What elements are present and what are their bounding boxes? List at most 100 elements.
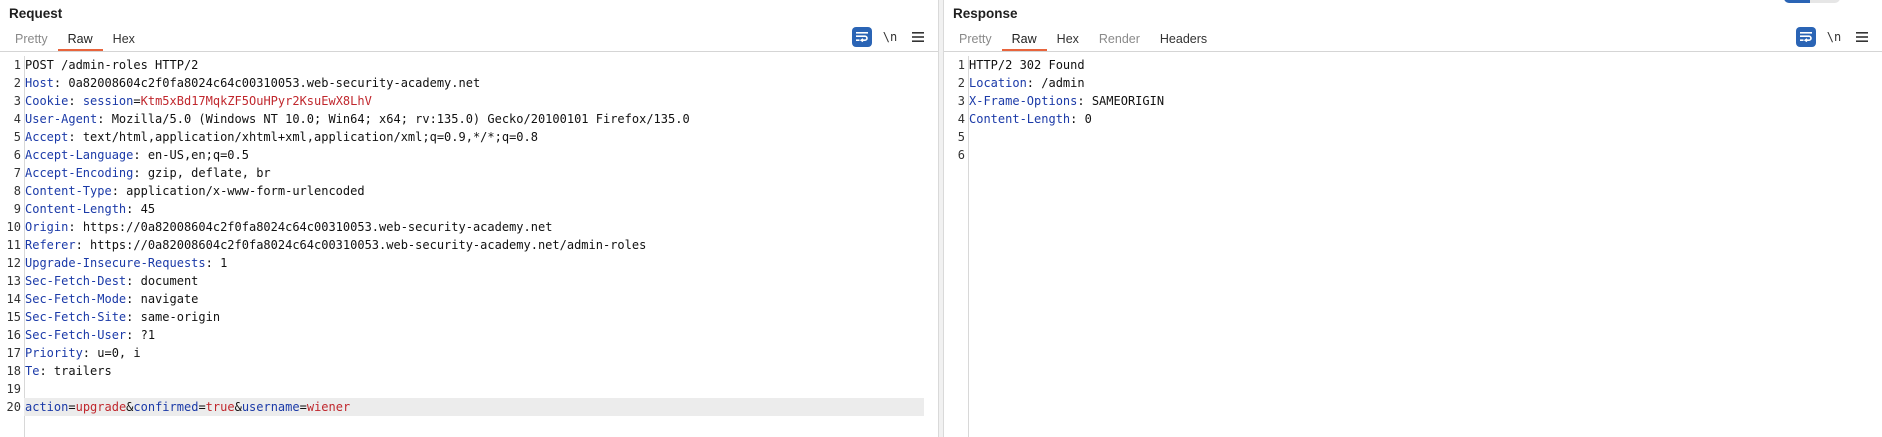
header-name: Accept-Encoding [25, 166, 134, 180]
header-name: Te [25, 364, 40, 378]
response-editor[interactable]: 123456 HTTP/2 302 Found Location: /admin X… [944, 52, 1882, 437]
header-value: https://0a82008604c2f0fa8024c64c00310053… [82, 220, 553, 234]
code-line: Priority: u=0, i [24, 344, 924, 362]
header-value: 0a82008604c2f0fa8024c64c00310053.web-sec… [68, 76, 481, 90]
layout-toggle[interactable] [1784, 0, 1840, 3]
header-name: Priority [25, 346, 83, 360]
header-colon: : [97, 112, 112, 126]
header-value: trailers [53, 364, 112, 378]
tab-pretty[interactable]: Pretty [949, 30, 1002, 51]
header-name: Sec-Fetch-Site [25, 310, 127, 324]
code-line: Location: /admin [968, 74, 1868, 92]
header-name: Accept-Language [25, 148, 134, 162]
header-colon: : [1070, 112, 1085, 126]
line-number: 6 [13, 148, 21, 162]
line-number: 18 [6, 364, 21, 378]
header-colon: : [68, 130, 83, 144]
tab-raw[interactable]: Raw [57, 30, 103, 51]
tab-raw[interactable]: Raw [1001, 30, 1047, 51]
line-number: 7 [13, 166, 21, 180]
line-number: 3 [13, 94, 21, 108]
code-line: Origin: https://0a82008604c2f0fa8024c64c… [24, 218, 924, 236]
header-name: Host [25, 76, 54, 90]
tab-headers[interactable]: Headers [1150, 30, 1217, 51]
line-number: 13 [6, 274, 21, 288]
header-name: Cookie [25, 94, 69, 108]
header-value: https://0a82008604c2f0fa8024c64c00310053… [90, 238, 647, 252]
code-line: Sec-Fetch-Site: same-origin [24, 308, 924, 326]
request-code[interactable]: POST /admin-roles HTTP/2 Host: 0a82008604… [24, 56, 924, 416]
header-colon: : [126, 310, 141, 324]
request-editor[interactable]: 1 2 3 4 5 6 7 8 9 10 11 12 13 14 15 16 17 18 19 20 POST /ad… [0, 52, 938, 437]
header-colon: : [205, 256, 221, 270]
code-line: Referer: https://0a82008604c2f0fa8024c64… [24, 236, 924, 254]
equals-sign: = [299, 400, 307, 414]
line-number: 4 [957, 112, 965, 126]
line-number: 20 [6, 400, 21, 414]
tab-hex[interactable]: Hex [103, 30, 145, 51]
header-colon: : [1026, 76, 1042, 90]
cookie-value: Ktm5xBd17MqkZF5OuHPyr2KsuEwX8LhV [140, 94, 372, 108]
header-name: Location [969, 76, 1027, 90]
header-name: Accept [25, 130, 69, 144]
tab-hex[interactable]: Hex [1047, 30, 1089, 51]
header-value: same-origin [140, 310, 221, 324]
tab-render[interactable]: Render [1089, 30, 1150, 51]
response-title: Response [953, 6, 1018, 21]
status-line: POST /admin-roles HTTP/2 [25, 58, 199, 72]
header-name: User-Agent [25, 112, 98, 126]
code-line: Host: 0a82008604c2f0fa8024c64c00310053.w… [24, 74, 924, 92]
wrap-lines-icon[interactable] [1796, 27, 1816, 47]
response-code[interactable]: HTTP/2 302 Found Location: /admin X-Frame-… [968, 56, 1868, 164]
line-number: 12 [6, 256, 21, 270]
tab-pretty[interactable]: Pretty [5, 30, 58, 51]
line-number: 2 [13, 76, 21, 90]
hamburger-menu-icon[interactable] [1852, 27, 1872, 47]
header-name: Referer [25, 238, 76, 252]
header-name: Origin [25, 220, 69, 234]
show-newlines-toggle[interactable]: \n [880, 27, 900, 47]
line-number: 1 [957, 58, 965, 72]
line-number: 6 [957, 148, 965, 162]
param-value: wiener [306, 400, 351, 414]
line-number: 11 [6, 238, 21, 252]
request-tabs: Pretty Raw Hex [5, 30, 145, 51]
header-value: ?1 [140, 328, 156, 342]
header-colon: : [126, 292, 141, 306]
cookie-name: session [82, 94, 134, 108]
line-number: 1 [13, 58, 21, 72]
header-name: Content-Length [969, 112, 1071, 126]
header-colon: : [39, 364, 54, 378]
header-colon: : [82, 346, 98, 360]
param-value: true [205, 400, 235, 414]
hamburger-menu-icon[interactable] [908, 27, 928, 47]
response-line-gutter: 1 2 3 4 5 6 [944, 56, 969, 437]
header-colon: : [111, 184, 127, 198]
header-colon: : [53, 76, 69, 90]
header-name: X-Frame-Options [969, 94, 1078, 108]
line-number: 16 [6, 328, 21, 342]
equals-sign: = [68, 400, 76, 414]
wrap-lines-icon[interactable] [852, 27, 872, 47]
header-colon: : [126, 274, 141, 288]
header-value: text/html,application/xhtml+xml,applicat… [82, 130, 538, 144]
line-number: 17 [6, 346, 21, 360]
response-toolbar: \n [1796, 27, 1872, 47]
header-colon: : [126, 328, 141, 342]
request-pane: Request Pretty Raw Hex \n 1 2 3 4 5 6 7 8 9 10 11 12 1… [0, 0, 938, 437]
header-value: u=0, i [97, 346, 141, 360]
response-tabs: Pretty Raw Hex Render Headers [949, 30, 1217, 51]
header-value: SAMEORIGIN [1091, 94, 1165, 108]
status-line: HTTP/2 302 Found [969, 58, 1085, 72]
line-number: 5 [13, 130, 21, 144]
code-line: Te: trailers [24, 362, 924, 380]
header-value: application/x-www-form-urlencoded [126, 184, 365, 198]
request-toolbar: \n [852, 27, 928, 47]
header-value: 0 [1084, 112, 1092, 126]
header-colon: : [133, 148, 148, 162]
code-line: Sec-Fetch-User: ?1 [24, 326, 924, 344]
code-line: Content-Length: 45 [24, 200, 924, 218]
show-newlines-toggle[interactable]: \n [1824, 27, 1844, 47]
header-colon: : [1077, 94, 1092, 108]
header-value: en-US,en;q=0.5 [147, 148, 249, 162]
